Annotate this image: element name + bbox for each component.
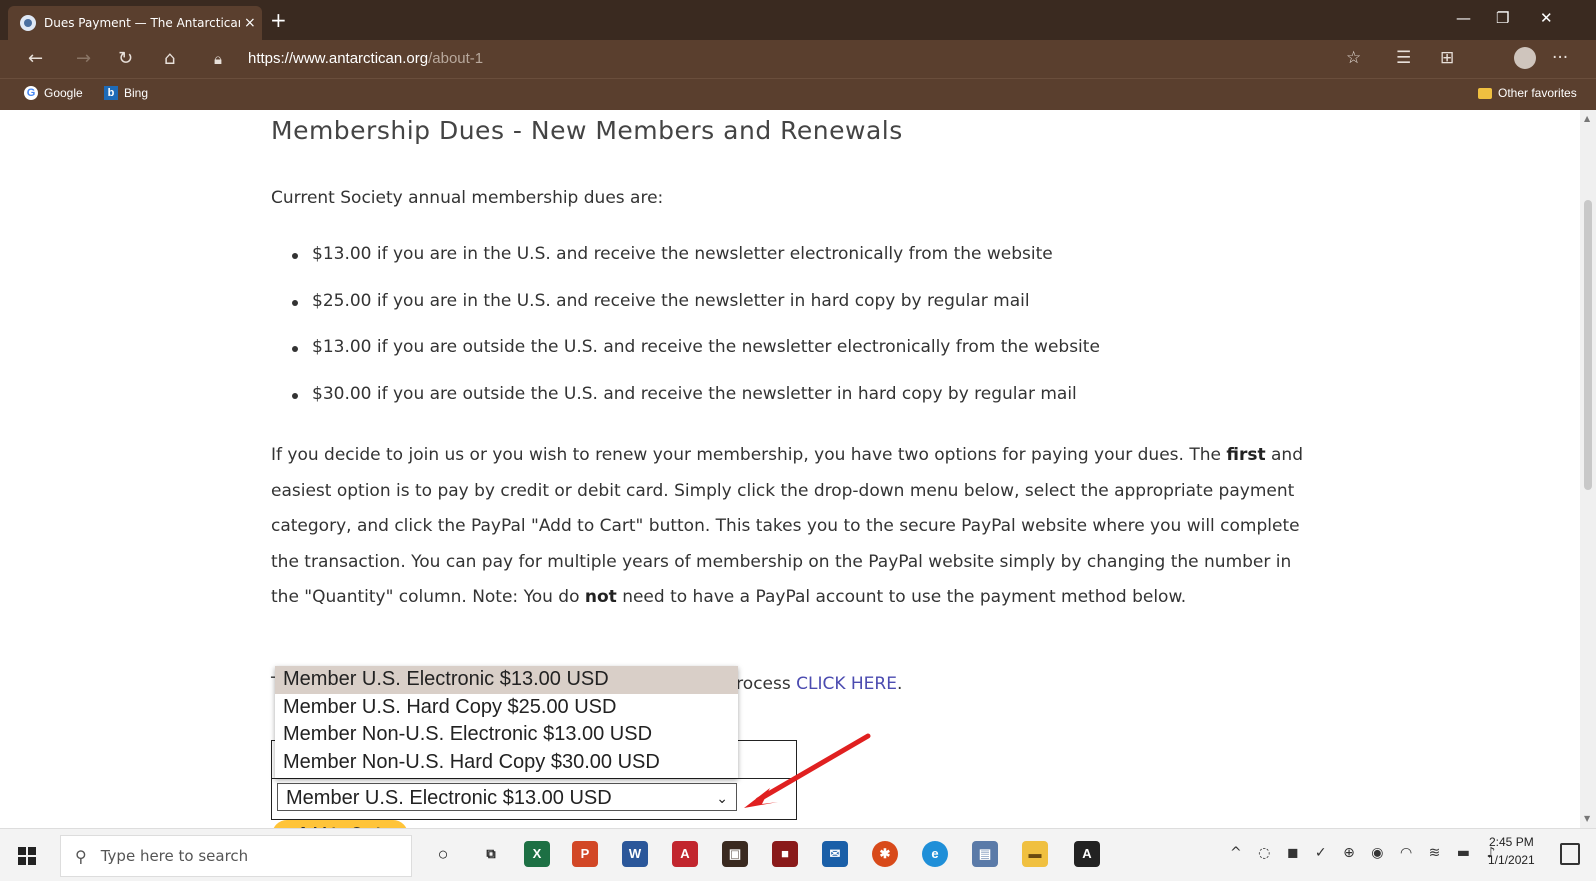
dropdown-option[interactable]: Member Non-U.S. Hard Copy $30.00 USD (275, 749, 738, 777)
favorites-bar: G Google b Bing Other favorites (0, 78, 1596, 110)
close-window-icon[interactable]: ✕ (1540, 9, 1553, 27)
new-tab-button[interactable]: + (270, 8, 287, 32)
network-app-icon[interactable]: ▤ (972, 841, 998, 867)
collections-icon[interactable]: ⊞ (1440, 48, 1454, 68)
other-favorites[interactable]: Other favorites (1478, 86, 1577, 100)
scroll-up-icon[interactable]: ▲ (1584, 114, 1590, 123)
excel-icon[interactable]: X (524, 841, 550, 867)
more-menu-icon[interactable]: ··· (1552, 48, 1568, 68)
tab-title: Dues Payment — The Antarctican Society (44, 16, 240, 30)
url-path: /about-1 (428, 50, 484, 67)
list-item: $13.00 if you are in the U.S. and receiv… (292, 244, 1053, 264)
tab-close-icon[interactable]: × (244, 15, 256, 31)
dropdown-option[interactable]: Member U.S. Electronic $13.00 USD (275, 666, 738, 694)
bing-icon: b (104, 86, 118, 100)
list-item: $25.00 if you are in the U.S. and receiv… (292, 291, 1030, 311)
membership-select[interactable]: Member U.S. Electronic $13.00 USD ⌄ (277, 783, 737, 811)
minimize-icon[interactable]: — (1456, 9, 1471, 27)
refresh-icon[interactable]: ↻ (118, 48, 133, 69)
list-item: $13.00 if you are outside the U.S. and r… (292, 337, 1100, 357)
home-icon[interactable]: ⌂ (164, 48, 175, 69)
windows-start-icon[interactable] (18, 847, 36, 865)
page-title: Membership Dues - New Members and Renewa… (271, 116, 903, 145)
favorites-list-icon[interactable]: ☰ (1396, 48, 1411, 68)
back-icon[interactable]: ← (28, 48, 43, 69)
app-icon[interactable]: ■ (772, 841, 798, 867)
file-explorer-icon[interactable]: ▬ (1022, 841, 1048, 867)
clock[interactable]: 2:45 PM 1/1/2021 (1488, 833, 1535, 869)
selected-option: Member U.S. Electronic $13.00 USD (286, 787, 612, 809)
pdf-app-icon[interactable]: A (1074, 841, 1100, 867)
powerpoint-icon[interactable]: P (572, 841, 598, 867)
edge-icon[interactable]: e (922, 841, 948, 867)
favorite-bing[interactable]: b Bing (104, 86, 148, 100)
site-favicon-icon (20, 15, 36, 31)
scroll-down-icon[interactable]: ▼ (1584, 814, 1590, 823)
scroll-thumb[interactable] (1584, 200, 1592, 490)
forward-icon[interactable]: → (76, 48, 91, 69)
intro-text: Current Society annual membership dues a… (271, 188, 664, 208)
lock-icon: 🔒︎ (214, 50, 222, 68)
dropdown-option[interactable]: Member U.S. Hard Copy $25.00 USD (275, 694, 738, 722)
payment-instructions: If you decide to join us or you wish to … (271, 445, 1303, 607)
address-bar[interactable]: https://www.antarctican.org/about-1 (248, 50, 483, 67)
taskbar-search-input[interactable]: ⚲ Type here to search (60, 835, 412, 877)
acrobat-icon[interactable]: A (672, 841, 698, 867)
restore-icon[interactable]: ❐ (1496, 9, 1509, 27)
title-bar: Dues Payment — The Antarctican Society ×… (0, 0, 1596, 40)
form-divider (271, 778, 796, 779)
url-domain: https://www.antarctican.org (248, 50, 429, 67)
notification-center-icon[interactable] (1560, 843, 1580, 865)
navigation-bar: ← → ↻ ⌂ 🔒︎ https://www.antarctican.org/a… (0, 40, 1596, 78)
store-icon[interactable]: ▣ (722, 841, 748, 867)
search-icon: ⚲ (75, 846, 87, 866)
mail-icon[interactable]: ✉ (822, 841, 848, 867)
browser-tab[interactable]: Dues Payment — The Antarctican Society × (8, 6, 262, 40)
list-item: $30.00 if you are outside the U.S. and r… (292, 384, 1077, 404)
taskbar: ⚲ Type here to search ○ ⧉ X P W A ▣ ■ ✉ … (0, 828, 1596, 881)
page-content: Membership Dues - New Members and Renewa… (0, 110, 1580, 828)
cortana-icon[interactable]: ○ (430, 841, 456, 867)
task-view-icon[interactable]: ⧉ (478, 841, 504, 867)
favorite-google[interactable]: G Google (24, 86, 83, 100)
dropdown-option[interactable]: Member Non-U.S. Electronic $13.00 USD (275, 721, 738, 749)
page-scrollbar[interactable]: ▲ ▼ (1580, 110, 1596, 828)
red-arrow-annotation (744, 733, 871, 808)
profile-avatar[interactable] (1514, 47, 1536, 69)
folder-icon (1478, 87, 1492, 99)
word-icon[interactable]: W (622, 841, 648, 867)
google-icon: G (24, 86, 38, 100)
membership-dropdown-list[interactable]: Member U.S. Electronic $13.00 USD Member… (275, 666, 738, 778)
paint-icon[interactable]: ✱ (872, 841, 898, 867)
favorite-star-icon[interactable]: ☆ (1346, 48, 1361, 68)
system-tray-icons[interactable]: ^ ◌ ◼ ✓ ⊕ ◉ ◠ ≋ ▬ ♪ (1230, 845, 1501, 861)
click-here-link[interactable]: CLICK HERE (796, 674, 897, 694)
add-to-cart-button[interactable]: Add to Cart (272, 820, 408, 828)
chevron-down-icon: ⌄ (716, 790, 728, 806)
